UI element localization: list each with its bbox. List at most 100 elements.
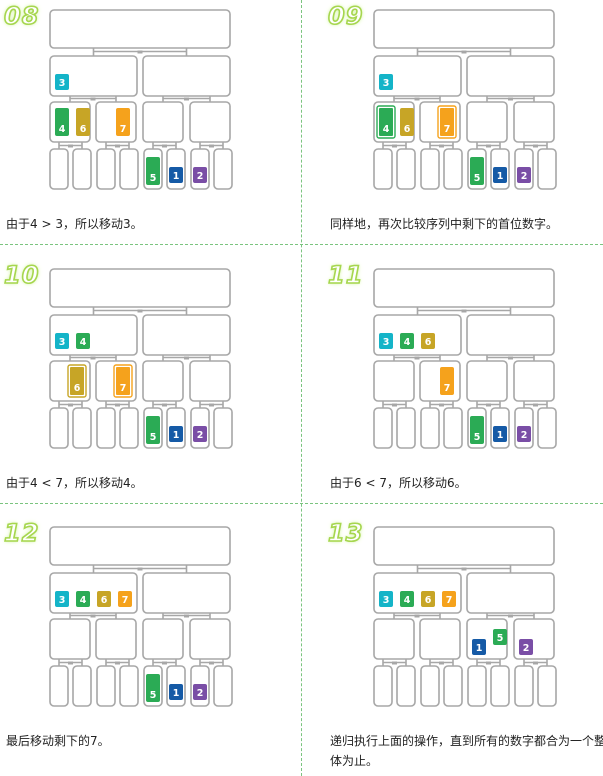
connector-stub [184, 356, 189, 360]
connector-stub [392, 403, 397, 407]
merge-box-level1 [466, 314, 555, 356]
card-value: 2 [521, 171, 528, 182]
connector-stub [508, 97, 513, 101]
card-value: 3 [59, 337, 66, 348]
card-value: 4 [80, 595, 87, 606]
leaf-box [467, 665, 487, 707]
merge-sort-diagram: 3 4 6 7 5 1 2 [373, 268, 557, 449]
merge-box-level2 [466, 360, 508, 402]
connector-stub [115, 144, 120, 148]
connector-stub [137, 309, 143, 313]
leaf-box [96, 148, 116, 190]
step-caption: 最后移动剩下的7。 [6, 734, 110, 748]
merge-box-level1 [466, 55, 555, 97]
merge-sort-diagram: 3 4 6 7 5 1 2 [49, 526, 233, 707]
connector-stub [184, 614, 189, 618]
connector-stub [414, 97, 420, 101]
number-card-1: 1 [169, 167, 183, 183]
card-value: 3 [59, 595, 66, 606]
card-value: 4 [404, 337, 411, 348]
number-card-3: 3 [55, 591, 69, 607]
merge-box-level2 [142, 618, 184, 660]
number-card-1: 1 [493, 167, 507, 183]
leaf-box [420, 148, 440, 190]
connector-stub [486, 144, 491, 148]
card-value: 4 [80, 337, 87, 348]
merge-box-level2 [513, 101, 555, 143]
number-card-5: 5 [146, 157, 160, 185]
step-panel-12: 1 2 3 4 6 7 5 1 2 最后移动剩下的7。 [0, 517, 300, 775]
step-panel-08: 08 3467512 由于4 > 3，所以移动3。 [0, 0, 300, 258]
connector-stub [439, 144, 444, 148]
connector-stub [414, 614, 420, 618]
leaf-box [443, 148, 463, 190]
leaf-box [490, 665, 510, 707]
card-value: 5 [150, 690, 157, 701]
connector-stub [209, 144, 214, 148]
card-value: 2 [523, 643, 530, 654]
leaf-box [119, 665, 139, 707]
leaf-box [396, 148, 416, 190]
step-caption: 由于6 < 7，所以移动6。 [330, 476, 467, 490]
step-panel-11: 11 3467512 由于6 < 7，所以移动6。 [324, 259, 603, 517]
number-card-3: 3 [379, 74, 393, 90]
merge-box-level2 [95, 618, 137, 660]
connector-stub [137, 567, 143, 571]
leaf-box [537, 407, 557, 449]
merge-sort-diagram: 3 4 6 7 1 5 2 [373, 526, 557, 707]
card-value: 1 [497, 171, 504, 182]
merge-box-level2 [189, 618, 231, 660]
leaf-box [373, 665, 393, 707]
connector-stub [533, 403, 538, 407]
connector-stub [439, 661, 444, 665]
leaf-box [213, 148, 233, 190]
card-value: 7 [444, 383, 451, 394]
leaf-box [443, 665, 463, 707]
merge-box-root [373, 9, 555, 49]
number-card-4: 4 [55, 108, 69, 136]
number-card-5: 5 [493, 629, 507, 645]
number-card-3: 3 [55, 333, 69, 349]
connector-stub [439, 403, 444, 407]
step-caption: 递归执行上面的操作，直到所有的数字都合为一个整体为止。 [330, 734, 603, 768]
number-card-1: 1 [493, 426, 507, 442]
leaf-box [49, 148, 69, 190]
card-value: 3 [383, 78, 390, 89]
number-card-6: 6 [400, 108, 414, 136]
number-card-7: 7 [440, 367, 454, 395]
merge-box-level1 [142, 55, 231, 97]
leaf-box [49, 407, 69, 449]
merge-box-level2 [373, 618, 415, 660]
number-card-2: 2 [519, 639, 533, 655]
connector-stub [486, 403, 491, 407]
card-value: 1 [173, 688, 180, 699]
connector-stub [508, 356, 513, 360]
connector-stub [68, 144, 73, 148]
merge-box-root [49, 526, 231, 566]
card-value: 6 [425, 337, 432, 348]
number-card-7: 7 [118, 591, 132, 607]
number-card-4: 4 [76, 591, 90, 607]
card-value: 1 [173, 171, 180, 182]
card-value: 3 [383, 595, 390, 606]
card-value: 3 [59, 78, 66, 89]
number-card-7: 7 [113, 364, 133, 398]
number-card-4: 4 [76, 333, 90, 349]
leaf-box [514, 665, 534, 707]
vertical-divider [301, 0, 302, 776]
leaf-box [537, 665, 557, 707]
number-card-6: 6 [76, 108, 90, 136]
merge-box-level2 [466, 101, 508, 143]
number-card-4: 4 [376, 105, 396, 139]
leaf-box [213, 407, 233, 449]
leaf-box [443, 407, 463, 449]
card-value: 5 [150, 432, 157, 443]
number-card-7: 7 [116, 108, 130, 136]
leaf-box [373, 407, 393, 449]
card-value: 2 [521, 430, 528, 441]
card-value: 6 [425, 595, 432, 606]
connector-stub [392, 144, 397, 148]
number-card-3: 3 [379, 333, 393, 349]
number-card-2: 2 [193, 167, 207, 183]
merge-box-level2 [373, 360, 415, 402]
